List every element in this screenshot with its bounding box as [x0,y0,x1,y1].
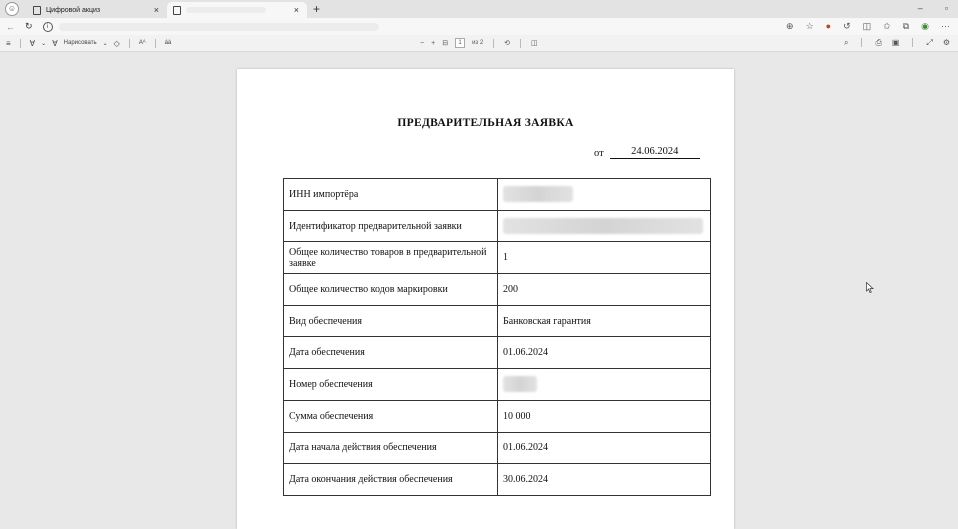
row-label: Общее количество кодов маркировки [283,273,498,306]
date-prefix: от [594,148,604,159]
zoom-out-button[interactable]: − [420,40,424,47]
text-icon[interactable]: Aᴬ [139,40,146,46]
more-icon[interactable]: ··· [941,21,950,32]
document-title: ПРЕДВАРИТЕЛЬНАЯ ЗАЯВКА [397,117,574,129]
row-value: 1 [497,241,711,275]
row-value [497,368,711,401]
tab-active[interactable]: × [167,2,307,18]
row-value: 01.06.2024 [497,431,711,465]
chevron-down-icon[interactable]: ⌄ [41,40,46,47]
fullscreen-icon[interactable]: ⤢ [926,38,932,48]
refresh-icon[interactable]: ↻ [25,21,33,32]
row-label: Идентификатор предварительной заявки [283,209,498,243]
table-row: Общее количество кодов маркировки 200 [283,273,711,306]
page-view-icon[interactable]: ◫ [531,39,538,47]
back-icon[interactable]: ← [6,22,15,32]
page-icon [33,5,41,15]
row-value: 01.06.2024 [497,336,711,370]
browser-toolbar-right: ⊕ ☆ ● ↺ ◫ ✩ ⧉ ◉ ··· [786,21,950,32]
pdf-viewer[interactable]: ПРЕДВАРИТЕЛЬНАЯ ЗАЯВКА от 24.06.2024 ИНН… [0,52,958,529]
address-bar-row: ← ↻ i ⊕ ☆ ● ↺ ◫ ✩ ⧉ ◉ ··· [0,18,958,35]
eraser-icon[interactable]: ◇ [114,39,120,48]
page-controls: − + ⊟ 1 из 2 ⟲ ◫ [420,38,538,48]
tab-cifrovoy-akciz[interactable]: Цифровой акциз × [27,2,167,18]
table-row: Идентификатор предварительной заявки [283,209,711,243]
page-icon [173,5,181,15]
copilot-icon[interactable]: ◉ [921,21,929,32]
table-row: Дата окончания действия обеспечения 30.06… [283,463,711,496]
zoom-icon[interactable]: ⊕ [786,21,794,32]
tab-strip: ☺ Цифровой акциз × × + – ▫ [0,0,958,18]
fit-page-icon[interactable]: ⊟ [442,39,448,47]
chevron-down-icon[interactable]: ⌄ [103,40,108,47]
favorites-icon[interactable]: ✩ [883,21,891,32]
page-number-input[interactable]: 1 [455,38,466,48]
redacted-value [503,218,703,235]
row-label: ИНН импортёра [283,178,498,211]
url-field[interactable] [58,22,379,31]
row-label: Дата обеспечения [283,336,498,370]
table-row: Вид обеспечения Банковская гарантия [283,304,711,338]
info-icon[interactable]: i [42,21,53,32]
row-label: Номер обеспечения [283,368,498,401]
profile-icon[interactable]: ☺ [5,2,19,16]
minimize-icon[interactable]: – [918,3,923,13]
print-icon[interactable]: ⎙ [875,38,881,48]
redacted-value [503,186,573,203]
zoom-in-button[interactable]: + [431,40,435,47]
close-tab-icon[interactable]: × [154,5,159,15]
pdf-toolbar-right: ⌕ ⎙ ▣ ⤢ ⚙ [844,38,950,48]
row-value [497,209,711,243]
settings-icon[interactable]: ⚙ [943,38,950,48]
date-value: 24.06.2024 [609,146,700,159]
save-icon[interactable]: ▣ [892,38,900,48]
rotate-icon[interactable]: ⟲ [504,39,510,47]
tab-title-blurred [186,7,266,13]
row-value: Банковская гарантия [497,304,711,338]
row-label: Общее количество товаров в предварительн… [283,241,498,275]
row-value [497,178,711,211]
split-view-icon[interactable]: ◫ [863,21,872,32]
application-table: ИНН импортёра Идентификатор предварительн… [283,178,711,496]
extension-icon[interactable]: ● [826,21,831,32]
tab-title: Цифровой акциз [46,6,101,14]
restore-icon[interactable]: ▫ [945,3,948,13]
table-row: Общее количество товаров в предварительн… [283,241,711,275]
document-date: от 24.06.2024 [594,146,700,159]
window-controls: – ▫ [918,3,948,13]
pdf-toolbar: ≡ ∀ ⌄ ∀ Нарисовать ⌄ ◇ Aᴬ áà − + ⊟ 1 из … [0,35,958,52]
row-value: 10 000 [497,399,711,433]
page-total: из 2 [472,40,484,46]
pdf-page: ПРЕДВАРИТЕЛЬНАЯ ЗАЯВКА от 24.06.2024 ИНН… [237,69,734,529]
new-tab-button[interactable]: + [313,2,320,16]
read-aloud-icon[interactable]: áà [165,40,172,46]
favorite-icon[interactable]: ☆ [806,21,814,32]
row-label: Дата окончания действия обеспечения [283,463,498,496]
close-tab-icon[interactable]: × [294,5,299,15]
search-icon[interactable]: ⌕ [844,38,848,48]
collections-icon[interactable]: ⧉ [903,21,909,32]
highlight-icon[interactable]: ∀ [30,39,35,48]
table-row: Номер обеспечения [283,368,711,401]
row-label: Сумма обеспечения [283,399,498,433]
table-row: Сумма обеспечения 10 000 [283,399,711,433]
table-row: Дата обеспечения 01.06.2024 [283,336,711,370]
table-row: Дата начала действия обеспечения 01.06.20… [283,431,711,465]
contents-icon[interactable]: ≡ [6,39,11,48]
table-row: ИНН импортёра [283,178,711,211]
redacted-value [503,376,537,393]
refresh-extension-icon[interactable]: ↺ [843,21,851,32]
mouse-cursor-icon [866,282,874,293]
draw-icon[interactable]: ∀ [52,39,57,48]
draw-button[interactable]: Нарисовать [64,40,97,46]
row-value: 30.06.2024 [497,463,711,496]
row-value: 200 [497,273,711,306]
row-label: Дата начала действия обеспечения [283,431,498,465]
row-label: Вид обеспечения [283,304,498,338]
